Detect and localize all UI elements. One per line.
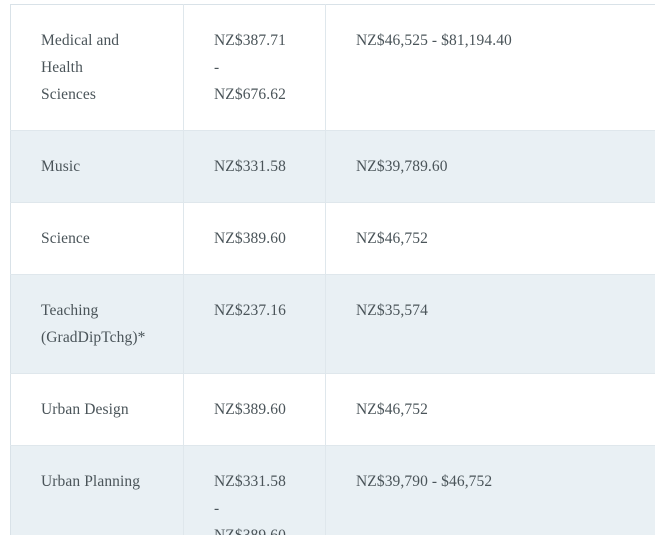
table-scroll-viewport[interactable]: Medical and Health Sciences NZ$387.71 - … — [10, 4, 655, 535]
table-row: Medical and Health Sciences NZ$387.71 - … — [10, 4, 655, 131]
cell-per-point: NZ$387.71 - NZ$676.62 — [183, 4, 326, 131]
table-row: Urban Design NZ$389.60 NZ$46,752 — [10, 373, 655, 446]
table-row: Science NZ$389.60 NZ$46,752 — [10, 202, 655, 275]
per-point-text: NZ$389.60 — [214, 230, 286, 247]
programme-text: Music — [41, 158, 81, 175]
cell-per-point: NZ$237.16 — [183, 274, 326, 374]
per-point-text: NZ$331.58 — [214, 158, 286, 175]
cell-programme: Medical and Health Sciences — [10, 4, 184, 131]
per-point-text: NZ$331.58 - NZ$389.60 — [214, 473, 286, 535]
cell-per-point: NZ$331.58 — [183, 130, 326, 203]
table-row: Urban Planning NZ$331.58 - NZ$389.60 NZ$… — [10, 445, 655, 535]
annual-fee-text: NZ$35,574 — [356, 302, 428, 319]
cell-programme: Urban Planning — [10, 445, 184, 535]
page-root: Medical and Health Sciences NZ$387.71 - … — [0, 0, 664, 535]
annual-fee-text: NZ$46,525 - $81,194.40 — [356, 32, 512, 49]
annual-fee-text: NZ$46,752 — [356, 401, 428, 418]
annual-fee-text: NZ$46,752 — [356, 230, 428, 247]
per-point-text: NZ$387.71 - NZ$676.62 — [214, 32, 286, 103]
cell-annual-fee: NZ$35,574 — [325, 274, 655, 374]
cell-annual-fee: NZ$46,525 - $81,194.40 — [325, 4, 655, 131]
cell-programme: Urban Design — [10, 373, 184, 446]
cell-per-point: NZ$389.60 — [183, 202, 326, 275]
table-row: Teaching (GradDipTchg)* NZ$237.16 NZ$35,… — [10, 274, 655, 374]
programme-text: Teaching (GradDipTchg)* — [41, 302, 146, 346]
cell-programme: Music — [10, 130, 184, 203]
annual-fee-text: NZ$39,790 - $46,752 — [356, 473, 493, 490]
cell-annual-fee: NZ$39,789.60 — [325, 130, 655, 203]
cell-programme: Teaching (GradDipTchg)* — [10, 274, 184, 374]
programme-text: Science — [41, 230, 90, 247]
annual-fee-text: NZ$39,789.60 — [356, 158, 448, 175]
programme-text: Urban Planning — [41, 473, 141, 490]
cell-annual-fee: NZ$39,790 - $46,752 — [325, 445, 655, 535]
cell-annual-fee: NZ$46,752 — [325, 373, 655, 446]
cell-annual-fee: NZ$46,752 — [325, 202, 655, 275]
cell-per-point: NZ$389.60 — [183, 373, 326, 446]
table-row: Music NZ$331.58 NZ$39,789.60 — [10, 130, 655, 203]
fees-table: Medical and Health Sciences NZ$387.71 - … — [10, 4, 655, 535]
cell-per-point: NZ$331.58 - NZ$389.60 — [183, 445, 326, 535]
programme-text: Medical and Health Sciences — [41, 32, 120, 103]
cell-programme: Science — [10, 202, 184, 275]
fees-table-body: Medical and Health Sciences NZ$387.71 - … — [10, 4, 655, 535]
per-point-text: NZ$237.16 — [214, 302, 286, 319]
per-point-text: NZ$389.60 — [214, 401, 286, 418]
programme-text: Urban Design — [41, 401, 129, 418]
